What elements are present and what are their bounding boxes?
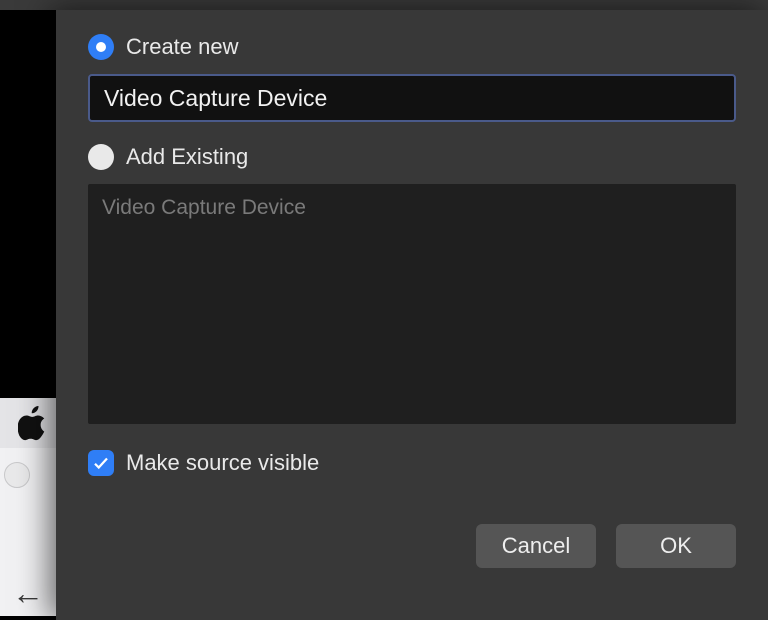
add-existing-label: Add Existing [126,144,248,170]
radio-unselected-icon [88,144,114,170]
make-visible-checkbox-row[interactable]: Make source visible [88,450,736,476]
existing-sources-list[interactable]: Video Capture Device [88,184,736,424]
create-new-radio-row[interactable]: Create new [88,34,736,60]
source-name-input[interactable] [88,74,736,122]
create-new-label: Create new [126,34,239,60]
checkbox-checked-icon [88,450,114,476]
window-chrome-strip [0,0,768,10]
create-source-dialog: Create new Add Existing Video Capture De… [56,10,768,620]
make-visible-label: Make source visible [126,450,319,476]
background-circle [4,462,30,488]
ok-button[interactable]: OK [616,524,736,568]
dialog-button-row: Cancel OK [88,524,736,568]
list-item[interactable]: Video Capture Device [102,194,722,222]
add-existing-radio-row[interactable]: Add Existing [88,144,736,170]
back-arrow-icon: ← [12,575,44,612]
apple-logo-icon [18,406,48,440]
radio-selected-icon [88,34,114,60]
cancel-button[interactable]: Cancel [476,524,596,568]
